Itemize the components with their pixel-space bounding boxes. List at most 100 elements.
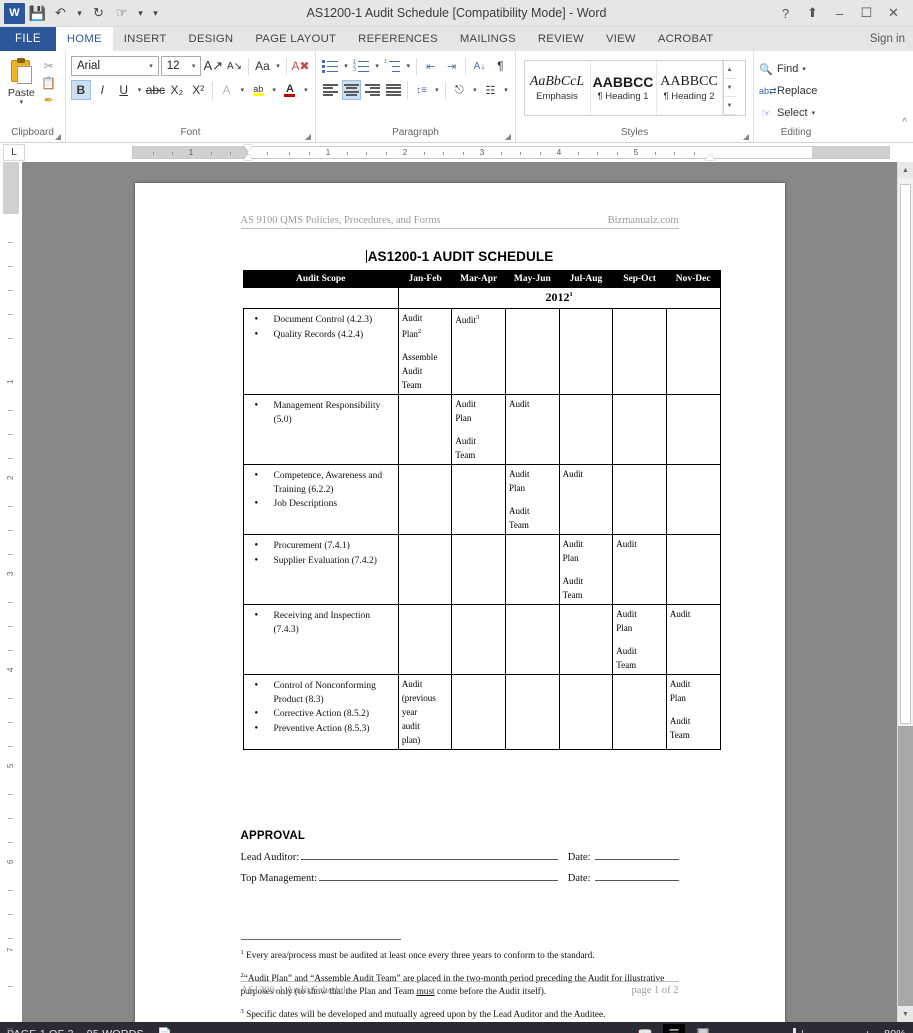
top-management-date-line[interactable] xyxy=(594,870,679,881)
chevron-up-icon[interactable]: ^ xyxy=(902,117,907,128)
word-count[interactable]: 95 WORDS xyxy=(87,1028,144,1033)
styles-gallery[interactable]: AaBbCcL Emphasis AABBCC ¶ Heading 1 AABB… xyxy=(523,60,746,116)
ribbon-tab-bar[interactable]: FILE HOME INSERT DESIGN PAGE LAYOUT REFE… xyxy=(0,27,913,51)
read-mode-icon[interactable]: 📖 xyxy=(634,1024,656,1033)
quick-access-toolbar[interactable]: W 💾 ↶ ▾ ↻ ☞ ▾ ▾ xyxy=(0,2,162,24)
minimize-button[interactable]: – xyxy=(826,1,853,26)
tab-acrobat[interactable]: ACROBAT xyxy=(647,27,725,51)
table-row[interactable]: Control of Nonconforming Product (8.3) C… xyxy=(242,674,721,750)
find-button[interactable]: 🔍 Find ▾ xyxy=(759,59,817,79)
left-indent-marker[interactable] xyxy=(243,154,253,160)
chevron-down-icon[interactable]: ▾ xyxy=(135,86,143,94)
window-controls[interactable]: ? ⬆ – ☐ ✕ xyxy=(772,1,913,26)
vertical-scrollbar[interactable]: ▲ ▼ xyxy=(897,162,913,1022)
copy-icon[interactable]: 📋 xyxy=(41,77,56,90)
table-row[interactable]: Document Control (4.2.3) Quality Records… xyxy=(242,308,721,395)
change-case-button[interactable]: Aa xyxy=(253,56,272,76)
help-button[interactable]: ? xyxy=(772,1,799,26)
chevron-down-icon[interactable]: ▾ xyxy=(20,99,24,106)
zoom-level[interactable]: 80% xyxy=(878,1028,906,1033)
numbering-icon[interactable]: 123 xyxy=(352,56,371,76)
vertical-ruler[interactable]: 1 2 3 4 5 6 7 8 xyxy=(0,162,22,1032)
scrollbar-track[interactable] xyxy=(898,726,913,1006)
tab-file[interactable]: FILE xyxy=(0,27,56,51)
table-row[interactable]: Receiving and Inspection (7.4.3) AuditPl… xyxy=(242,604,721,675)
shading-icon[interactable]: ⎋ xyxy=(450,80,469,100)
undo-icon[interactable]: ↶ xyxy=(50,3,71,24)
align-center-icon[interactable] xyxy=(341,80,362,100)
restore-button[interactable]: ☐ xyxy=(853,1,880,26)
subscript-button[interactable]: X₂ xyxy=(167,80,186,100)
sign-in-link[interactable]: Sign in xyxy=(870,27,913,51)
chevron-down-icon[interactable]: ▾ xyxy=(404,62,412,70)
save-icon[interactable]: 💾 xyxy=(27,3,48,24)
undo-dropdown-icon[interactable]: ▾ xyxy=(73,3,86,24)
scroll-up-arrow-icon[interactable]: ▲ xyxy=(898,162,913,178)
paragraph-dialog-launcher-icon[interactable]: ◢ xyxy=(505,132,511,141)
tab-home[interactable]: HOME xyxy=(55,27,113,51)
text-highlight-icon[interactable]: ab xyxy=(249,80,268,100)
right-indent-marker[interactable] xyxy=(705,154,715,160)
tab-insert[interactable]: INSERT xyxy=(113,27,178,51)
tab-view[interactable]: VIEW xyxy=(595,27,647,51)
chevron-down-icon[interactable]: ▾ xyxy=(146,62,156,70)
chevron-down-icon[interactable]: ▾ xyxy=(342,62,350,70)
bold-button[interactable]: B xyxy=(71,80,91,100)
horizontal-ruler[interactable]: 1 1 2 3 4 5 xyxy=(132,145,890,160)
italic-button[interactable]: I xyxy=(93,80,112,100)
chevron-down-icon[interactable]: ▾ xyxy=(471,86,479,94)
font-dialog-launcher-icon[interactable]: ◢ xyxy=(305,132,311,141)
format-painter-icon[interactable]: ✒ xyxy=(44,94,54,107)
scroll-down-arrow-icon[interactable]: ▼ xyxy=(898,1006,913,1022)
chevron-down-icon[interactable]: ▾ xyxy=(274,62,282,70)
shrink-font-button[interactable]: A↘ xyxy=(225,56,244,76)
lead-auditor-signature-line[interactable] xyxy=(301,849,558,860)
clear-formatting-icon[interactable]: A✖ xyxy=(291,56,310,76)
styles-more-icon[interactable]: ▼ xyxy=(723,97,736,115)
justify-icon[interactable] xyxy=(384,80,403,100)
chevron-down-icon[interactable]: ▾ xyxy=(189,62,199,70)
styles-dialog-launcher-icon[interactable]: ◢ xyxy=(743,132,749,141)
tab-review[interactable]: REVIEW xyxy=(527,27,595,51)
style-heading-1[interactable]: AABBCC ¶ Heading 1 xyxy=(591,61,657,115)
lead-auditor-date-line[interactable] xyxy=(594,849,679,860)
select-button[interactable]: ☞ Select ▾ xyxy=(759,103,817,123)
chevron-down-icon[interactable]: ▾ xyxy=(812,109,816,117)
tab-mailings[interactable]: MAILINGS xyxy=(449,27,527,51)
styles-scroll-down-icon[interactable]: ▼ xyxy=(723,79,736,97)
style-heading-2[interactable]: AABBCC ¶ Heading 2 xyxy=(657,61,723,115)
align-left-icon[interactable] xyxy=(321,80,340,100)
page-indicator[interactable]: PAGE 1 OF 2 xyxy=(7,1028,74,1033)
table-row[interactable]: Management Responsibility (5.0) AuditPla… xyxy=(242,394,721,465)
document-canvas[interactable]: AS 9100 QMS Policies, Procedures, and Fo… xyxy=(22,162,897,1022)
chevron-down-icon[interactable]: ▾ xyxy=(302,86,310,94)
touch-mode-icon[interactable]: ☞ xyxy=(111,3,132,24)
top-management-signature-line[interactable] xyxy=(319,870,558,881)
document-page[interactable]: AS 9100 QMS Policies, Procedures, and Fo… xyxy=(134,183,785,1022)
close-button[interactable]: ✕ xyxy=(880,1,907,26)
borders-icon[interactable]: ☷ xyxy=(481,80,500,100)
font-color-icon[interactable]: A xyxy=(280,80,299,100)
tab-design[interactable]: DESIGN xyxy=(178,27,245,51)
zoom-out-button[interactable]: − xyxy=(721,1027,728,1033)
tab-page-layout[interactable]: PAGE LAYOUT xyxy=(244,27,347,51)
align-right-icon[interactable] xyxy=(363,80,382,100)
chevron-down-icon[interactable]: ▾ xyxy=(238,86,246,94)
tab-selector-button[interactable]: L xyxy=(3,144,25,161)
chevron-down-icon[interactable]: ▾ xyxy=(802,65,806,73)
styles-scroll-buttons[interactable]: ▲ ▼ ▼ xyxy=(722,61,736,115)
underline-button[interactable]: U xyxy=(114,80,133,100)
scrollbar-thumb[interactable] xyxy=(900,184,911,724)
superscript-button[interactable]: X² xyxy=(189,80,208,100)
font-name-input[interactable]: Arial ▾ xyxy=(71,56,159,76)
tab-references[interactable]: REFERENCES xyxy=(347,27,449,51)
grow-font-button[interactable]: A↗ xyxy=(203,56,223,76)
chevron-down-icon[interactable]: ▾ xyxy=(433,86,441,94)
increase-indent-icon[interactable]: ⇥ xyxy=(442,56,461,76)
strikethrough-button[interactable]: abc xyxy=(146,80,165,100)
line-spacing-icon[interactable]: ↕≡ xyxy=(412,80,431,100)
clipboard-dialog-launcher-icon[interactable]: ◢ xyxy=(55,132,61,141)
sort-icon[interactable]: A↓ xyxy=(470,56,489,76)
chevron-down-icon[interactable]: ▾ xyxy=(270,86,278,94)
web-layout-icon[interactable]: 🖥 xyxy=(692,1024,714,1033)
